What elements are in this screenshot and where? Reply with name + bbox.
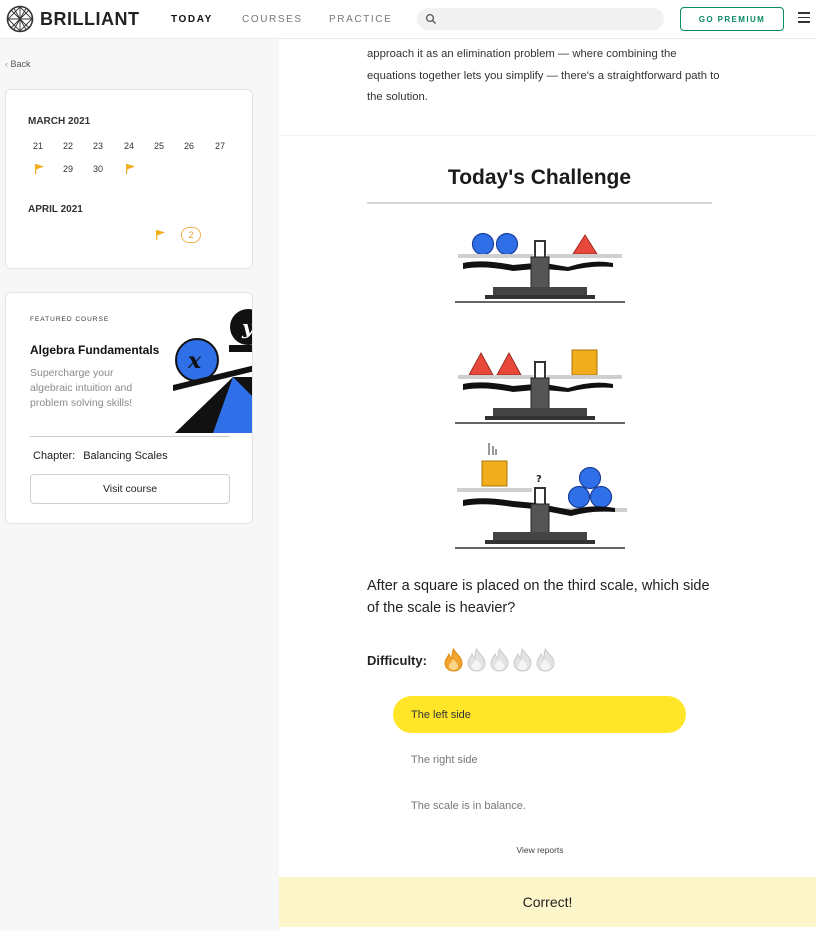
hamburger-menu-icon[interactable] xyxy=(798,12,810,26)
nav-courses[interactable]: COURSES xyxy=(242,14,303,25)
answer-option-right[interactable]: The right side xyxy=(393,741,686,778)
nav-practice[interactable]: PRACTICE xyxy=(329,14,392,25)
go-premium-button[interactable]: GO PREMIUM xyxy=(680,7,784,31)
brilliant-logo[interactable]: BRILLIANT xyxy=(6,5,139,33)
calendar-day: 26 xyxy=(183,141,194,151)
featured-course-label: FEATURED COURSE xyxy=(30,316,110,323)
course-description: Supercharge your algebraic intuition and… xyxy=(30,367,133,409)
chapter-info: Chapter: Balancing Scales xyxy=(33,450,168,462)
flame-empty-icon xyxy=(513,648,532,672)
view-reports-link[interactable]: View reports xyxy=(279,845,801,855)
answer-option-left[interactable]: The left side xyxy=(393,696,686,733)
flame-empty-icon xyxy=(536,648,555,672)
calendar-day: 22 xyxy=(62,141,73,151)
streak-calendar-card: MARCH 2021 21 22 23 24 25 26 27 29 30 AP… xyxy=(5,89,253,269)
back-label: Back xyxy=(10,59,31,69)
calendar-day: 30 xyxy=(92,164,103,174)
search-icon xyxy=(425,13,436,24)
calendar-day: 25 xyxy=(153,141,164,151)
logo-text: BRILLIANT xyxy=(40,8,140,29)
difficulty-label: Difficulty: xyxy=(367,653,427,668)
algebra-balance-illustration: y x xyxy=(173,309,253,433)
brilliant-logo-icon xyxy=(6,5,34,33)
chapter-value: Balancing Scales xyxy=(83,450,168,462)
calendar-day: 24 xyxy=(123,141,134,151)
result-label: Correct! xyxy=(522,894,573,910)
course-divider xyxy=(30,436,230,437)
calendar-day: 29 xyxy=(62,164,73,174)
featured-course-card: FEATURED COURSE Algebra Fundamentals Sup… xyxy=(5,292,253,524)
chapter-label: Chapter: xyxy=(33,450,76,462)
calendar-day: 27 xyxy=(214,141,225,151)
month-label-march: MARCH 2021 xyxy=(28,116,91,127)
today-day-badge[interactable]: 2 xyxy=(181,227,201,243)
nav-today[interactable]: TODAY xyxy=(171,14,213,25)
balance-scale-2 xyxy=(455,349,625,424)
intro-text: approach it as an elimination problem — … xyxy=(367,48,720,103)
course-title[interactable]: Algebra Fundamentals xyxy=(30,343,159,357)
answer-label: The scale is in balance. xyxy=(411,799,526,812)
answer-label: The left side xyxy=(411,708,471,721)
calendar-day: 23 xyxy=(92,141,103,151)
balance-scale-1 xyxy=(455,232,625,303)
balance-scale-3: ? xyxy=(455,443,627,549)
back-link[interactable]: ‹ Back xyxy=(5,59,31,69)
answer-option-balance[interactable]: The scale is in balance. xyxy=(393,787,686,824)
flame-empty-icon xyxy=(467,648,486,672)
top-header: BRILLIANT TODAY COURSES PRACTICE GO PREM… xyxy=(0,0,816,39)
result-banner: Correct! xyxy=(279,877,816,927)
challenge-question: After a square is placed on the third sc… xyxy=(367,578,710,616)
flame-filled-icon xyxy=(444,648,463,672)
search-input[interactable] xyxy=(417,8,664,30)
left-sidebar: ‹ Back MARCH 2021 21 22 23 24 25 26 27 2… xyxy=(0,39,279,931)
visit-course-button[interactable]: Visit course xyxy=(30,474,230,504)
month-label-april: APRIL 2021 xyxy=(28,204,83,215)
course-art-x: x xyxy=(187,348,202,374)
scale-question-mark: ? xyxy=(536,474,542,485)
course-art-y: y xyxy=(241,315,253,339)
challenge-title: Today's Challenge xyxy=(447,166,632,189)
streak-flag-icon xyxy=(156,230,165,240)
calendar-day: 21 xyxy=(32,141,43,151)
section-divider xyxy=(279,135,816,136)
streak-flag-icon xyxy=(126,164,135,174)
main-content: approach it as an elimination problem — … xyxy=(279,39,816,931)
challenge-title-underline xyxy=(367,202,712,204)
answer-label: The right side xyxy=(411,753,478,766)
streak-flag-icon xyxy=(35,164,44,174)
flame-empty-icon xyxy=(490,648,509,672)
